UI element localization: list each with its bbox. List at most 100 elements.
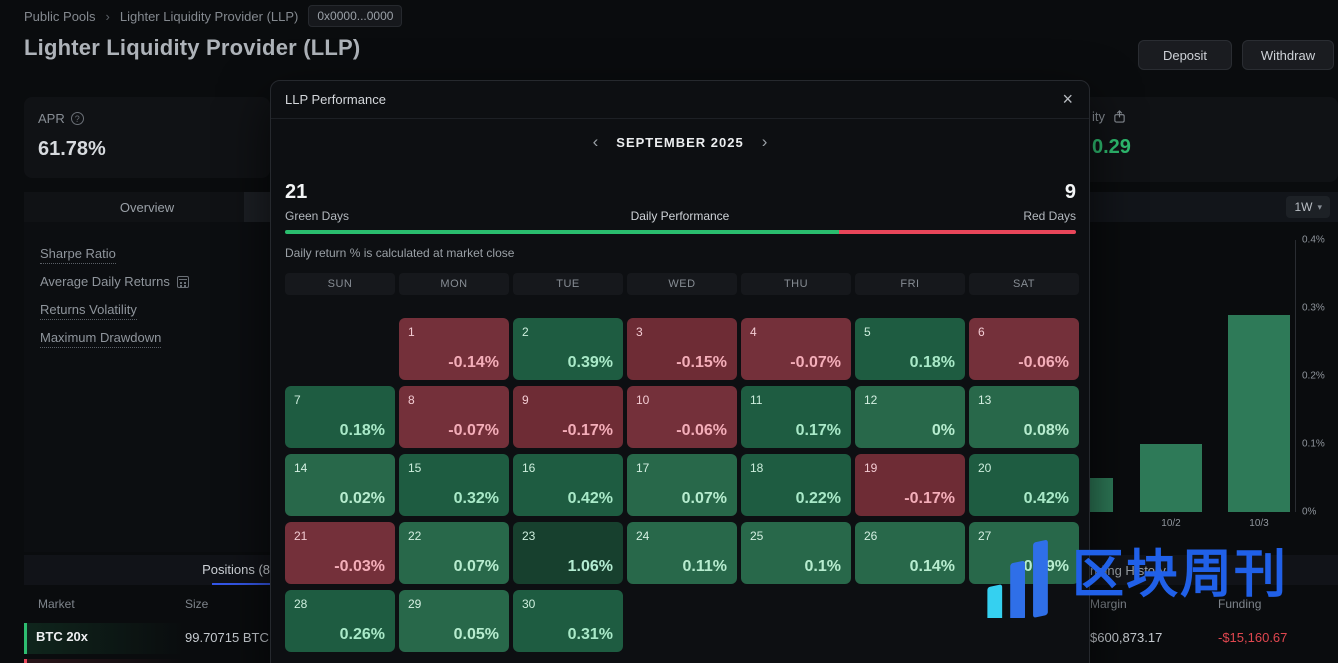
day-number: 2 bbox=[522, 325, 529, 339]
calendar-day-cell[interactable]: 1-0.14% bbox=[399, 318, 509, 380]
calendar-day-cell[interactable]: 9-0.17% bbox=[513, 386, 623, 448]
close-icon[interactable]: × bbox=[1062, 89, 1073, 109]
performance-calendar-grid: 1-0.14%20.39%3-0.15%4-0.07%50.18%6-0.06%… bbox=[285, 318, 1079, 652]
red-days-label: Red Days bbox=[1023, 209, 1076, 223]
day-number: 25 bbox=[750, 529, 763, 543]
breadcrumb-current: Lighter Liquidity Provider (LLP) bbox=[120, 9, 298, 24]
tab-overview[interactable]: Overview bbox=[24, 192, 270, 222]
day-return-value: 0.05% bbox=[454, 626, 499, 644]
calendar-day-cell[interactable]: 3-0.15% bbox=[627, 318, 737, 380]
day-number: 6 bbox=[978, 325, 985, 339]
calendar-day-cell[interactable]: 8 -0.07% bbox=[399, 386, 509, 448]
calendar-day-cell[interactable]: 180.22% bbox=[741, 454, 851, 516]
day-number: 3 bbox=[636, 325, 643, 339]
pool-address-chip[interactable]: 0x0000...0000 bbox=[308, 5, 402, 27]
watermark-logo-icon bbox=[982, 532, 1068, 618]
day-number: 29 bbox=[408, 597, 421, 611]
calendar-day-cell[interactable]: 280.26% bbox=[285, 590, 395, 652]
calendar-day-cell[interactable]: 10-0.06% bbox=[627, 386, 737, 448]
x-axis-tick: 10/2 bbox=[1161, 518, 1180, 529]
calendar-day-cell[interactable]: 200.42% bbox=[969, 454, 1079, 516]
calendar-day-cell[interactable]: 110.17% bbox=[741, 386, 851, 448]
calendar-day-cell[interactable]: 120% bbox=[855, 386, 965, 448]
day-number: 8 bbox=[408, 393, 415, 407]
calendar-day-cell[interactable]: 16 0.42% bbox=[513, 454, 623, 516]
green-days-count: 21 bbox=[285, 181, 307, 204]
calendar-day-cell[interactable]: 150.32% bbox=[399, 454, 509, 516]
modal-title: LLP Performance bbox=[285, 92, 386, 107]
calendar-day-cell[interactable]: 240.11% bbox=[627, 522, 737, 584]
day-number: 30 bbox=[522, 597, 535, 611]
weekday-header-row: SUNMONTUEWEDTHUFRISAT bbox=[285, 273, 1079, 295]
month-navigation: ‹ SEPTEMBER 2025 › bbox=[271, 134, 1089, 150]
position-market: BTC 20x bbox=[36, 629, 88, 644]
weekday-chip: WED bbox=[627, 273, 737, 295]
red-days-count: 9 bbox=[1065, 181, 1076, 204]
calendar-day-cell[interactable]: 25 0.1% bbox=[741, 522, 851, 584]
active-tab-underline bbox=[212, 583, 270, 585]
link-sharpe-ratio[interactable]: Sharpe Ratio bbox=[40, 246, 116, 264]
col-header-size: Size bbox=[185, 597, 208, 611]
calendar-day-cell[interactable]: 170.07% bbox=[627, 454, 737, 516]
y-axis-tick: 0.2% bbox=[1302, 371, 1338, 382]
day-number: 5 bbox=[864, 325, 871, 339]
apr-value: 61.78% bbox=[38, 138, 256, 161]
link-returns-volatility[interactable]: Returns Volatility bbox=[40, 302, 137, 320]
link-maximum-drawdown[interactable]: Maximum Drawdown bbox=[40, 330, 161, 348]
watermark: 区块周刊 bbox=[982, 532, 1288, 618]
deposit-button[interactable]: Deposit bbox=[1138, 40, 1232, 70]
calendar-day-cell[interactable]: 4-0.07% bbox=[741, 318, 851, 380]
day-return-value: 0% bbox=[932, 422, 955, 440]
tab-performance-partial[interactable] bbox=[244, 192, 270, 222]
day-return-value: -0.07% bbox=[448, 422, 499, 440]
day-return-value: 0.07% bbox=[682, 490, 727, 508]
day-return-value: -0.17% bbox=[562, 422, 613, 440]
day-number: 4 bbox=[750, 325, 757, 339]
calendar-day-cell[interactable]: 29 0.05% bbox=[399, 590, 509, 652]
apr-label: APR bbox=[38, 111, 65, 126]
watermark-text: 区块周刊 bbox=[1072, 549, 1288, 601]
calendar-day-cell[interactable]: 20.39% bbox=[513, 318, 623, 380]
next-month-icon[interactable]: › bbox=[762, 134, 768, 150]
y-axis-tick: 0.4% bbox=[1302, 235, 1338, 246]
chart-bar bbox=[1086, 478, 1113, 512]
calendar-day-cell[interactable]: 70.18% bbox=[285, 386, 395, 448]
chart-bar bbox=[1228, 315, 1290, 512]
link-average-daily-returns[interactable]: Average Daily Returns bbox=[40, 274, 189, 289]
calendar-day-cell[interactable]: 130.08% bbox=[969, 386, 1079, 448]
returns-bar-chart: 0.4%0.3%0.2%0.1%0%10/210/3 bbox=[1080, 226, 1338, 538]
calendar-day-cell[interactable]: 231.06% bbox=[513, 522, 623, 584]
share-icon[interactable] bbox=[1113, 110, 1126, 123]
calendar-day-cell[interactable]: 260.14% bbox=[855, 522, 965, 584]
calendar-day-cell[interactable]: 6-0.06% bbox=[969, 318, 1079, 380]
prev-month-icon[interactable]: ‹ bbox=[593, 134, 599, 150]
help-icon[interactable]: ? bbox=[71, 112, 84, 125]
day-number: 15 bbox=[408, 461, 421, 475]
day-return-value: 0.17% bbox=[796, 422, 841, 440]
withdraw-button[interactable]: Withdraw bbox=[1242, 40, 1334, 70]
day-return-value: -0.17% bbox=[904, 490, 955, 508]
tab-positions[interactable]: Positions (8 bbox=[24, 555, 270, 585]
day-number: 21 bbox=[294, 529, 307, 543]
day-return-value: 0.07% bbox=[454, 558, 499, 576]
day-number: 16 bbox=[522, 461, 535, 475]
daily-performance-label: Daily Performance bbox=[271, 209, 1089, 223]
calendar-day-cell[interactable]: 19-0.17% bbox=[855, 454, 965, 516]
progress-green-segment bbox=[285, 230, 839, 234]
calendar-day-cell[interactable]: 300.31% bbox=[513, 590, 623, 652]
breadcrumb-root[interactable]: Public Pools bbox=[24, 9, 96, 24]
llp-performance-modal: LLP Performance × ‹ SEPTEMBER 2025 › 21 … bbox=[270, 80, 1090, 663]
calendar-day-cell[interactable]: 140.02% bbox=[285, 454, 395, 516]
position-size: 99.70715 BTC bbox=[185, 630, 269, 645]
day-return-value: 0.11% bbox=[683, 558, 727, 576]
day-return-value: 0.1% bbox=[805, 558, 841, 576]
range-selector[interactable]: 1W ▾ bbox=[1286, 196, 1330, 218]
y-axis-tick: 0% bbox=[1302, 507, 1338, 518]
calendar-day-cell[interactable]: 21-0.03% bbox=[285, 522, 395, 584]
day-return-value: 0.42% bbox=[568, 490, 613, 508]
table-row-partial[interactable] bbox=[24, 659, 270, 663]
day-return-value: 0.18% bbox=[910, 354, 955, 372]
position-margin: $600,873.17 bbox=[1090, 630, 1162, 645]
calendar-day-cell[interactable]: 220.07% bbox=[399, 522, 509, 584]
calendar-day-cell[interactable]: 5 0.18% bbox=[855, 318, 965, 380]
